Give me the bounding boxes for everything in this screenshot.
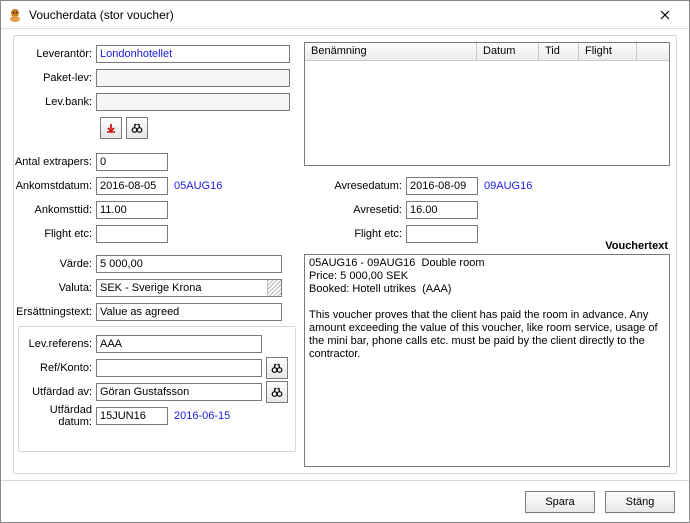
close-icon (660, 10, 670, 20)
ersattningstext-input[interactable] (96, 303, 282, 321)
down-arrow-red-icon (105, 122, 117, 134)
flight-etc-left-input[interactable] (96, 225, 168, 243)
label-ankomsttid: Ankomsttid: (14, 204, 96, 216)
ankomstdatum-input[interactable] (96, 177, 168, 195)
vouchertext-area[interactable]: 05AUG16 - 09AUG16 Double room Price: 5 0… (304, 254, 670, 467)
avresedatum-input[interactable] (406, 177, 478, 195)
varde-input[interactable] (96, 255, 282, 273)
valuta-value: SEK - Sverige Krona (100, 282, 202, 294)
avresedatum-alt: 09AUG16 (478, 180, 532, 192)
label-varde: Värde: (14, 258, 96, 270)
col-spacer (637, 43, 669, 60)
col-flight[interactable]: Flight (579, 43, 637, 60)
label-avresedatum: Avresedatum: (324, 180, 406, 192)
col-tid[interactable]: Tid (539, 43, 579, 60)
label-leverantor: Leverantör: (18, 48, 96, 60)
label-valuta: Valuta: (14, 282, 96, 294)
col-benamning[interactable]: Benämning (305, 43, 477, 60)
close-button[interactable]: Stäng (605, 491, 675, 513)
save-button[interactable]: Spara (525, 491, 595, 513)
main-groupbox: Leverantör: Paket-lev: Lev.bank: (13, 35, 677, 474)
label-flight-etc-left: Flight etc: (14, 228, 96, 240)
label-levbank: Lev.bank: (18, 96, 96, 108)
label-ankomstdatum: Ankomstdatum: (14, 180, 96, 192)
titlebar: Voucherdata (stor voucher) (1, 1, 689, 29)
leverantor-input[interactable] (96, 45, 290, 63)
levbank-input[interactable] (96, 93, 290, 111)
label-vouchertext: Vouchertext (605, 240, 668, 252)
valuta-combo[interactable]: SEK - Sverige Krona (96, 279, 282, 297)
binoculars-icon (131, 122, 143, 134)
binoculars-icon (271, 386, 283, 398)
label-utfardad-av: Utfärdad av: (14, 386, 96, 398)
ref-konto-input[interactable] (96, 359, 262, 377)
ankomstdatum-alt: 05AUG16 (168, 180, 222, 192)
utfardad-av-input[interactable] (96, 383, 262, 401)
footer: Spara Stäng (1, 480, 689, 522)
binoculars-icon (271, 362, 283, 374)
items-table[interactable]: Benämning Datum Tid Flight (304, 42, 670, 166)
combo-hatch-icon (267, 280, 281, 296)
avresetid-input[interactable] (406, 201, 478, 219)
paketlev-input[interactable] (96, 69, 290, 87)
search-utfardad-av-button[interactable] (266, 381, 288, 403)
label-ersattningstext: Ersättningstext: (14, 306, 96, 318)
search-ref-konto-button[interactable] (266, 357, 288, 379)
client-area: Leverantör: Paket-lev: Lev.bank: (1, 29, 689, 480)
label-utfardad-datum: Utfärdad datum: (14, 404, 96, 428)
clear-button[interactable] (100, 117, 122, 139)
utfardad-datum-alt: 2016-06-15 (168, 410, 230, 422)
label-ref-konto: Ref/Konto: (14, 362, 96, 374)
label-lev-referens: Lev.referens: (14, 338, 96, 350)
table-header: Benämning Datum Tid Flight (305, 43, 669, 61)
antal-extrapers-input[interactable] (96, 153, 168, 171)
lev-referens-input[interactable] (96, 335, 262, 353)
window-title: Voucherdata (stor voucher) (29, 8, 647, 22)
label-antal-extrapers: Antal extrapers: (14, 156, 96, 168)
search-leverantor-button[interactable] (126, 117, 148, 139)
label-paketlev: Paket-lev: (18, 72, 96, 84)
window-close-button[interactable] (647, 4, 683, 26)
label-avresetid: Avresetid: (324, 204, 406, 216)
label-flight-etc-right: Flight etc: (324, 228, 406, 240)
table-body[interactable] (305, 61, 669, 165)
flight-etc-right-input[interactable] (406, 225, 478, 243)
ankomsttid-input[interactable] (96, 201, 168, 219)
col-datum[interactable]: Datum (477, 43, 539, 60)
utfardad-datum-input[interactable] (96, 407, 168, 425)
app-icon (7, 7, 23, 23)
